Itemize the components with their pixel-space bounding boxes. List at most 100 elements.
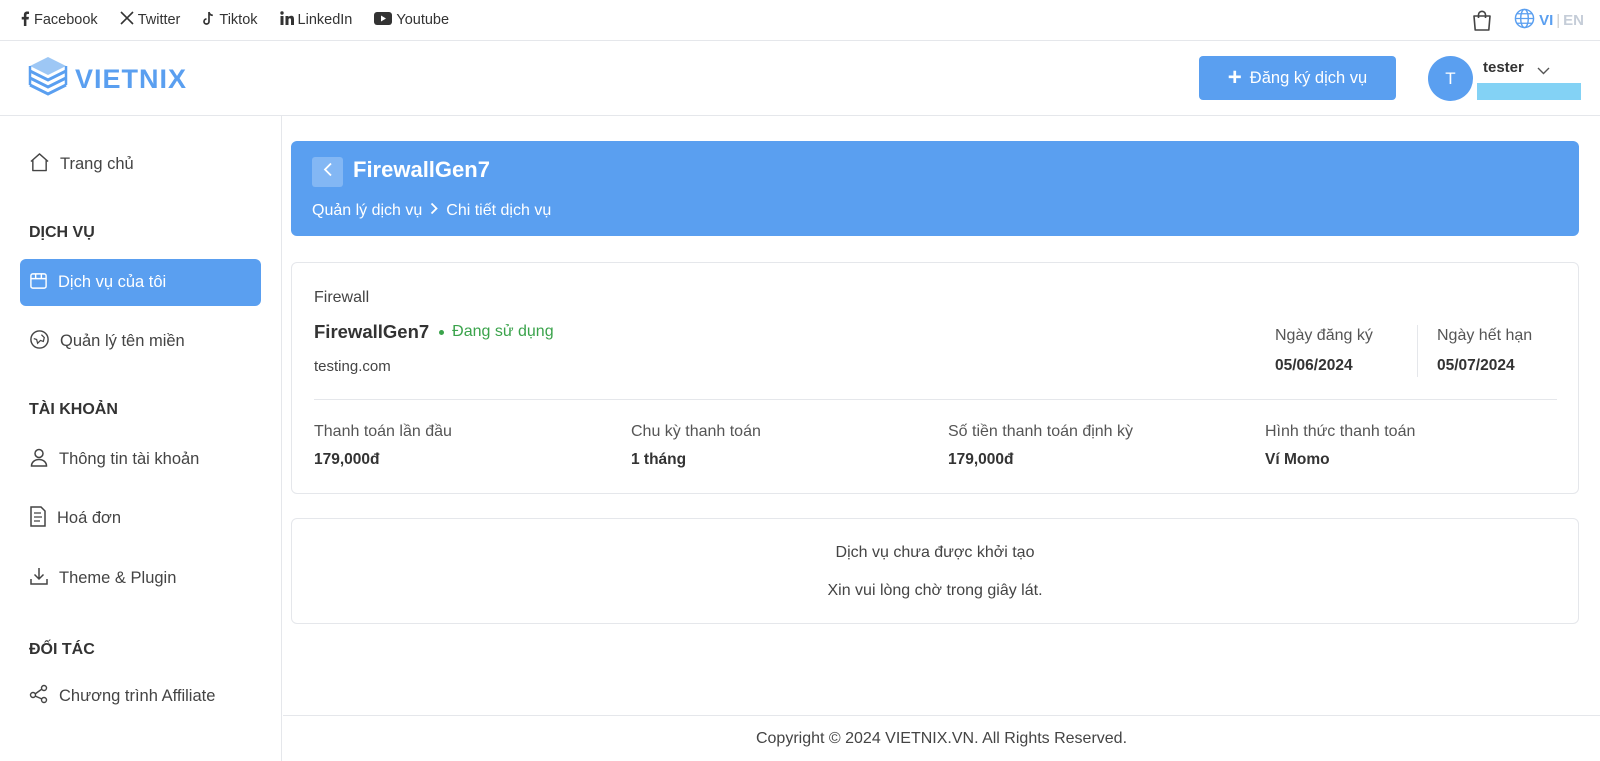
avatar: T: [1428, 56, 1473, 101]
x-twitter-icon: [120, 11, 138, 29]
tiktok-icon: [202, 11, 219, 30]
social-label: LinkedIn: [297, 12, 353, 28]
sidebar-item-label: Chương trình Affiliate: [59, 687, 216, 705]
home-icon: [29, 152, 60, 177]
sidebar-item-account-info[interactable]: Thông tin tài khoản: [20, 436, 261, 483]
social-link-tiktok[interactable]: Tiktok: [202, 11, 258, 30]
download-icon: [29, 566, 59, 591]
facebook-icon: [20, 10, 34, 30]
page-title: FirewallGen7: [353, 157, 490, 182]
info-billing-cycle: Chu kỳ thanh toán 1 tháng: [631, 423, 761, 469]
sidebar-item-my-services[interactable]: Dịch vụ của tôi: [20, 259, 261, 306]
social-label: Twitter: [137, 12, 181, 28]
logo-text: VIETNIX: [75, 64, 188, 94]
info-label: Hình thức thanh toán: [1265, 423, 1416, 440]
info-value: 179,000đ: [314, 451, 380, 468]
info-recurring-amount: Số tiền thanh toán định kỳ 179,000đ: [948, 423, 1133, 469]
expire-date-value: 05/07/2024: [1437, 357, 1515, 374]
sidebar-item-label: Trang chủ: [60, 155, 134, 173]
social-link-youtube[interactable]: Youtube: [374, 11, 449, 29]
sidebar-item-label: Hoá đơn: [57, 509, 122, 527]
expire-date-label: Ngày hết hạn: [1437, 327, 1533, 344]
service-name: FirewallGen7: [314, 321, 430, 342]
social-label: Tiktok: [219, 12, 258, 28]
breadcrumb-current: Chi tiết dịch vụ: [446, 202, 552, 219]
breadcrumb: Quản lý dịch vụ Chi tiết dịch vụ: [312, 202, 551, 220]
sidebar-section-account: TÀI KHOẢN: [29, 401, 118, 418]
footer: Copyright © 2024 VIETNIX.VN. All Rights …: [283, 715, 1600, 761]
service-name-row: FirewallGen7 Đang sử dụng: [314, 321, 554, 343]
sidebar-item-themes[interactable]: Theme & Plugin: [20, 555, 261, 602]
cart-icon[interactable]: [1472, 10, 1492, 32]
info-first-payment: Thanh toán lần đầu 179,000đ: [314, 423, 452, 469]
sidebar-item-home[interactable]: Trang chủ: [20, 141, 261, 188]
register-service-label: Đăng ký dịch vụ: [1249, 68, 1368, 87]
sidebar-item-label: Quản lý tên miền: [60, 332, 185, 350]
notice-line-1: Dịch vụ chưa được khởi tạo: [835, 544, 1035, 561]
info-value: Ví Momo: [1265, 451, 1330, 468]
info-label: Số tiền thanh toán định kỳ: [948, 423, 1134, 440]
chevron-down-icon: [1537, 62, 1550, 80]
main-header: VIETNIX + Đăng ký dịch vụ T tester: [0, 41, 1600, 116]
social-links: Facebook Twitter Tiktok LinkedIn Youtube: [20, 10, 471, 30]
register-service-button[interactable]: + Đăng ký dịch vụ: [1199, 56, 1396, 100]
topbar-actions: VI | EN: [1472, 8, 1584, 33]
calendar-box-icon: [29, 271, 58, 295]
chevron-left-icon: [323, 162, 333, 182]
copyright-text: Copyright © 2024 VIETNIX.VN. All Rights …: [755, 729, 1128, 747]
service-domain: testing.com: [314, 358, 391, 375]
service-notice-card: Dịch vụ chưa được khởi tạo Xin vui lòng …: [291, 518, 1579, 624]
date-divider: [1417, 325, 1418, 377]
youtube-icon: [374, 11, 396, 29]
social-link-facebook[interactable]: Facebook: [20, 10, 98, 30]
social-label: Facebook: [34, 12, 98, 28]
service-details-card: Firewall FirewallGen7 Đang sử dụng testi…: [291, 262, 1579, 494]
lang-separator: |: [1556, 12, 1561, 29]
sidebar-item-label: Thông tin tài khoản: [59, 450, 200, 468]
sidebar-section-services: DỊCH VỤ: [29, 224, 95, 241]
register-date-label: Ngày đăng ký: [1275, 327, 1373, 344]
sidebar-item-domains[interactable]: Quản lý tên miền: [20, 318, 261, 365]
register-date-value: 05/06/2024: [1275, 357, 1353, 374]
status-dot-icon: [439, 329, 445, 335]
sidebar-section-partners: ĐỐI TÁC: [29, 641, 95, 658]
social-link-twitter[interactable]: Twitter: [120, 11, 181, 29]
plus-icon: +: [1227, 64, 1242, 91]
language-switcher: VI | EN: [1514, 8, 1584, 33]
service-type: Firewall: [314, 289, 370, 306]
username: tester: [1483, 59, 1524, 76]
user-icon: [29, 447, 59, 472]
logo-cube-icon: [27, 55, 69, 104]
breadcrumb-link-services[interactable]: Quản lý dịch vụ: [312, 202, 422, 220]
lang-vi[interactable]: VI: [1539, 12, 1553, 29]
sidebar-item-label: Dịch vụ của tôi: [58, 273, 167, 291]
info-payment-method: Hình thức thanh toán Ví Momo: [1265, 423, 1415, 469]
social-top-bar: Facebook Twitter Tiktok LinkedIn Youtube…: [0, 0, 1600, 41]
lang-en[interactable]: EN: [1563, 12, 1584, 29]
notice-line-2: Xin vui lòng chờ trong giây lát.: [827, 582, 1043, 599]
user-email-redacted: [1477, 83, 1581, 100]
divider: [314, 399, 1557, 400]
share-icon: [29, 684, 59, 709]
invoice-icon: [29, 505, 57, 532]
chevron-right-icon: [422, 202, 446, 220]
expire-date-block: Ngày hết hạn 05/07/2024: [1437, 327, 1532, 375]
sidebar-item-affiliate[interactable]: Chương trình Affiliate: [20, 673, 261, 720]
info-value: 1 tháng: [631, 451, 687, 468]
sidebar-item-label: Theme & Plugin: [59, 569, 177, 587]
status-badge: Đang sử dụng: [439, 323, 554, 341]
service-hero-banner: FirewallGen7 Quản lý dịch vụ Chi tiết dị…: [291, 141, 1579, 236]
info-label: Thanh toán lần đầu: [314, 423, 452, 440]
info-value: 179,000đ: [948, 451, 1014, 468]
social-link-linkedin[interactable]: LinkedIn: [279, 11, 353, 29]
user-menu[interactable]: T tester: [1428, 56, 1600, 106]
back-button[interactable]: [312, 157, 343, 187]
register-date-block: Ngày đăng ký 05/06/2024: [1275, 327, 1373, 375]
globe-icon: [1514, 8, 1535, 33]
sidebar: Trang chủ DỊCH VỤ Dịch vụ của tôi Quản l…: [0, 116, 282, 761]
sidebar-item-invoices[interactable]: Hoá đơn: [20, 495, 261, 542]
vietnix-logo[interactable]: VIETNIX: [27, 55, 187, 104]
linkedin-icon: [279, 11, 298, 29]
status-text: Đang sử dụng: [452, 323, 554, 340]
globe-domain-icon: [29, 329, 60, 355]
